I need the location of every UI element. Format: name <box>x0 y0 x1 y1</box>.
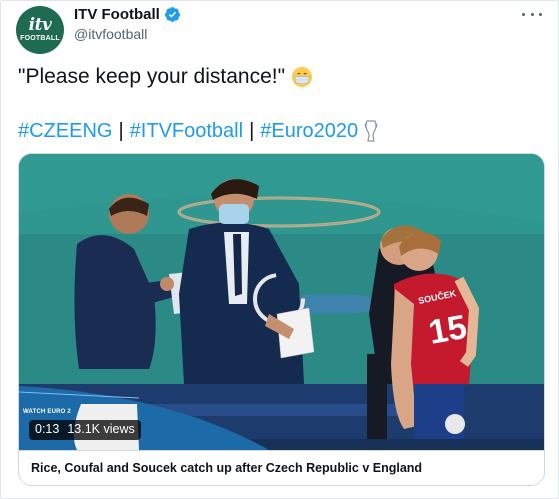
video-player[interactable]: SOUČEK 15 WATCH EURO 2 0:13 13.1K views <box>19 154 544 450</box>
more-options-icon[interactable] <box>522 7 542 21</box>
tweet-text-content: "Please keep your distance!" <box>18 65 286 88</box>
account-handle[interactable]: @itvfootball <box>74 26 147 42</box>
avatar[interactable]: itv FOOTBALL <box>16 6 64 54</box>
tweet-card[interactable]: itv FOOTBALL ITV Football @itvfootball "… <box>0 0 559 499</box>
hashtag-line: #CZEENG | #ITVFootball | #Euro2020 <box>18 119 378 143</box>
avatar-logo-text: itv <box>28 15 52 35</box>
tweet-text: "Please keep your distance!" <box>18 65 313 89</box>
avatar-logo-subtext: FOOTBALL <box>20 35 60 42</box>
media-title[interactable]: Rice, Coufal and Soucek catch up after C… <box>19 450 544 485</box>
euro-trophy-icon <box>364 120 378 142</box>
hashtag-itvfootball[interactable]: #ITVFootball <box>130 120 243 143</box>
face-with-medical-mask-icon <box>291 66 313 88</box>
verified-badge-icon <box>164 7 180 22</box>
media-card[interactable]: SOUČEK 15 WATCH EURO 2 0:13 13.1K views … <box>18 153 545 486</box>
separator: | <box>118 119 124 142</box>
shirt-number-text: 15 <box>426 308 470 352</box>
hashtag-euro2020[interactable]: #Euro2020 <box>260 120 358 143</box>
account-name[interactable]: ITV Football <box>74 6 160 23</box>
video-views: 13.1K views <box>67 422 135 436</box>
watch-overlay-text: WATCH EURO 2 <box>23 409 71 415</box>
video-duration: 0:13 <box>35 422 60 436</box>
separator: | <box>249 119 255 142</box>
video-stats-badge: 0:13 13.1K views <box>29 420 141 440</box>
video-frame: SOUČEK 15 <box>19 154 544 450</box>
hashtag-czeeng[interactable]: #CZEENG <box>18 120 112 143</box>
